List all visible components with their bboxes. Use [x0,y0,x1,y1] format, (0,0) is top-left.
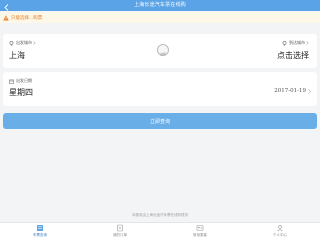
swap-icon [160,41,166,60]
swap-cities-button[interactable] [157,44,169,56]
back-button[interactable] [2,0,11,11]
page-title: 上海长途汽车票在线购 [133,2,186,8]
passenger-icon [196,224,204,232]
tab-profile[interactable]: 个人中心 [268,224,292,240]
warning-icon [3,14,9,21]
route-card: 出发城市 上海 到达城市 点击选择 [3,34,317,68]
from-city-label: 出发城市 [16,40,32,45]
to-city[interactable]: 点击选择 [277,50,309,61]
app-header: 上海长途汽车票在线购 [0,0,320,11]
tab-label: 常用乘客 [193,233,207,237]
location-icon [9,40,14,46]
date-label-row: 出发日期 [9,78,32,84]
search-button[interactable]: 立即查询 [3,113,317,129]
location-icon [282,40,287,46]
date-picker[interactable]: 2017-01-19 [274,88,311,94]
from-city[interactable]: 上海 [9,50,25,61]
tab-my-orders[interactable]: 我的订单 [108,224,132,240]
tab-label: 车票查询 [33,233,47,237]
tab-ticket-search[interactable]: 车票查询 [28,224,52,240]
chevron-right-icon [33,40,36,46]
notice-text: 只能选择...购票 [11,15,43,21]
to-label-row: 到达城市 [282,40,309,46]
date-label: 出发日期 [16,78,32,83]
tab-label: 我的订单 [113,233,127,237]
order-icon [116,224,124,232]
date-value: 2017-01-19 [274,88,306,94]
tab-passengers[interactable]: 常用乘客 [188,224,212,240]
ticket-icon [36,224,44,232]
chevron-right-icon [306,40,309,46]
chevron-right-icon [308,88,311,94]
from-label-row: 出发城市 [9,40,36,46]
date-card[interactable]: 出发日期 星期四 2017-01-19 [3,72,317,106]
user-icon [276,224,284,232]
footer-note: 本服务由上海长途汽车票在线购提供 [132,213,188,217]
to-city-label: 到达城市 [289,40,305,45]
notice-bar: 只能选择...购票 [0,12,320,23]
calendar-icon [9,79,14,84]
tab-bar: 车票查询 我的订单 常用乘客 个人中心 [0,222,320,240]
weekday-text: 星期四 [9,88,33,97]
tab-label: 个人中心 [273,233,287,237]
